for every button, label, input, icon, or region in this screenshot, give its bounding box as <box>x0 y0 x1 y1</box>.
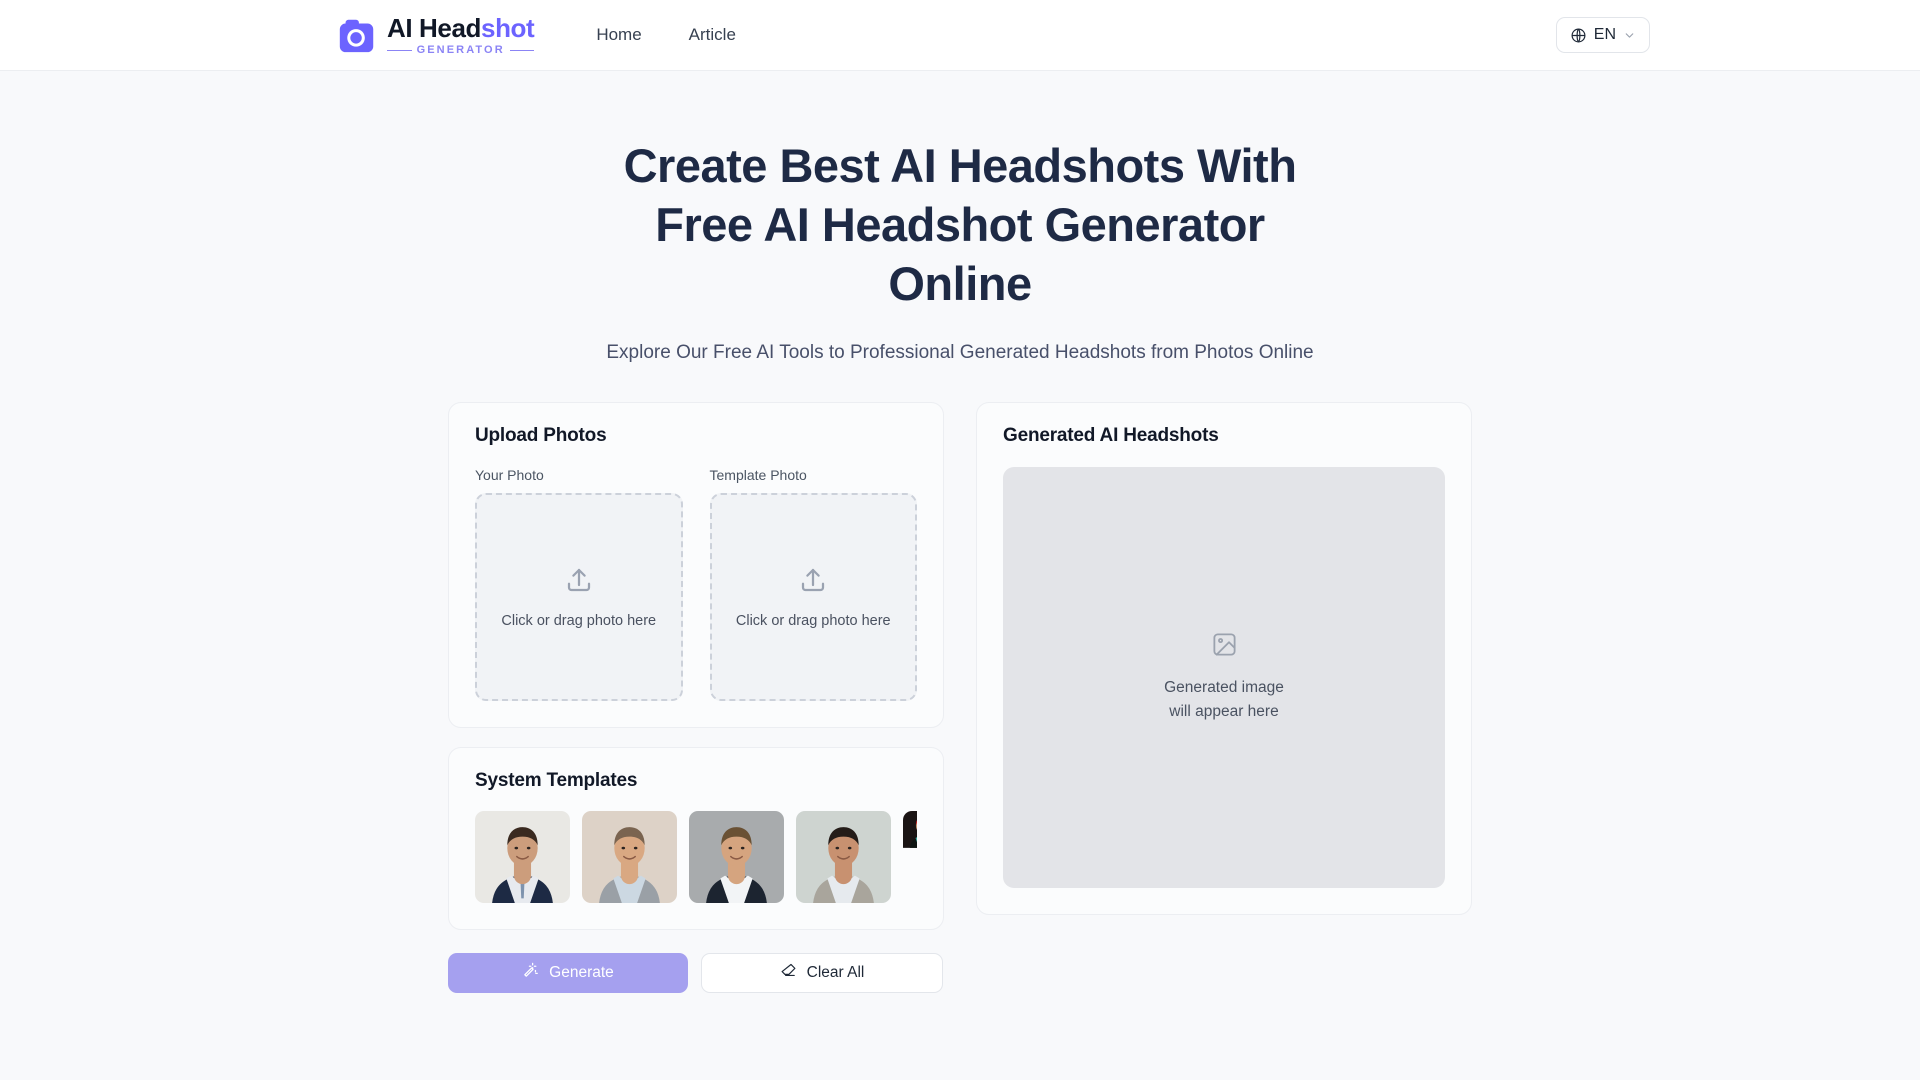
brand-wordmark: AI Headshot <box>387 12 535 43</box>
generated-placeholder-text: Generated image will appear here <box>1164 676 1284 723</box>
upload-card-title: Upload Photos <box>475 424 607 446</box>
your-photo-label: Your Photo <box>475 466 544 483</box>
brand-rule-right <box>509 49 535 51</box>
left-column: Upload Photos Your Photo Click or drag p… <box>448 401 944 993</box>
brand-subtitle: GENERATOR <box>387 43 535 56</box>
upload-icon <box>798 565 828 600</box>
your-photo-hint: Click or drag photo here <box>501 612 657 629</box>
language-selector[interactable]: EN <box>1555 17 1650 53</box>
nav-item-home[interactable]: Home <box>596 25 641 45</box>
globe-icon <box>1570 27 1587 44</box>
right-column: Generated AI Headshots Generated image w… <box>976 401 1472 915</box>
generate-button[interactable]: Generate <box>448 952 688 993</box>
template-thumbnail[interactable] <box>796 810 891 903</box>
template-thumbnail[interactable] <box>582 810 677 903</box>
image-placeholder-icon <box>1211 631 1238 663</box>
result-card-title: Generated AI Headshots <box>1003 424 1219 446</box>
your-photo-dropzone[interactable]: Click or drag photo here <box>475 492 683 701</box>
template-photo-dropzone[interactable]: Click or drag photo here <box>709 492 917 701</box>
generated-image-placeholder: Generated image will appear here <box>1003 466 1445 888</box>
page-subtitle: Explore Our Free AI Tools to Professiona… <box>606 341 1314 363</box>
main-content: Upload Photos Your Photo Click or drag p… <box>448 401 1472 993</box>
generated-headshots-card: Generated AI Headshots Generated image w… <box>976 401 1472 915</box>
eraser-icon <box>780 962 797 984</box>
site-header: AI Headshot GENERATOR Home Article EN <box>0 0 1920 71</box>
template-thumbnail[interactable] <box>903 810 917 903</box>
template-photo-hint: Click or drag photo here <box>735 612 891 629</box>
main-nav: Home Article <box>596 25 736 45</box>
hero-section: Create Best AI Headshots With Free AI He… <box>0 71 1920 364</box>
placeholder-line-2: will appear here <box>1169 702 1279 720</box>
template-thumbnail[interactable] <box>475 810 570 903</box>
brand-rule-left <box>387 49 412 51</box>
action-buttons: Generate Clear All <box>448 952 944 993</box>
templates-row[interactable] <box>475 810 917 903</box>
page-title: Create Best AI Headshots With Free AI He… <box>623 139 1297 311</box>
clear-all-button-label: Clear All <box>806 963 865 981</box>
template-thumbnail[interactable] <box>689 810 784 903</box>
generate-button-label: Generate <box>549 963 614 981</box>
brand-word-accent: shot <box>481 12 535 43</box>
system-templates-card: System Templates <box>448 746 944 930</box>
upload-slots: Your Photo Click or drag photo here Temp… <box>475 467 917 701</box>
brand-logo[interactable]: AI Headshot GENERATOR <box>336 12 535 56</box>
upload-icon <box>564 565 594 600</box>
placeholder-line-1: Generated image <box>1164 679 1284 697</box>
upload-slot-your-photo: Your Photo Click or drag photo here <box>475 467 683 701</box>
camera-icon <box>336 14 378 56</box>
templates-card-title: System Templates <box>475 769 638 791</box>
template-photo-label: Template Photo <box>709 466 807 483</box>
nav-item-article[interactable]: Article <box>689 25 736 45</box>
clear-all-button[interactable]: Clear All <box>701 952 943 993</box>
brand-subtitle-label: GENERATOR <box>416 43 505 56</box>
chevron-down-icon <box>1623 29 1636 42</box>
upload-slot-template-photo: Template Photo Click or drag photo here <box>709 466 917 701</box>
language-value: EN <box>1593 26 1616 43</box>
brand-text: AI Headshot GENERATOR <box>387 12 535 56</box>
magic-wand-icon <box>522 962 539 984</box>
brand-word-primary: AI Head <box>387 12 482 43</box>
upload-photos-card: Upload Photos Your Photo Click or drag p… <box>448 401 944 728</box>
